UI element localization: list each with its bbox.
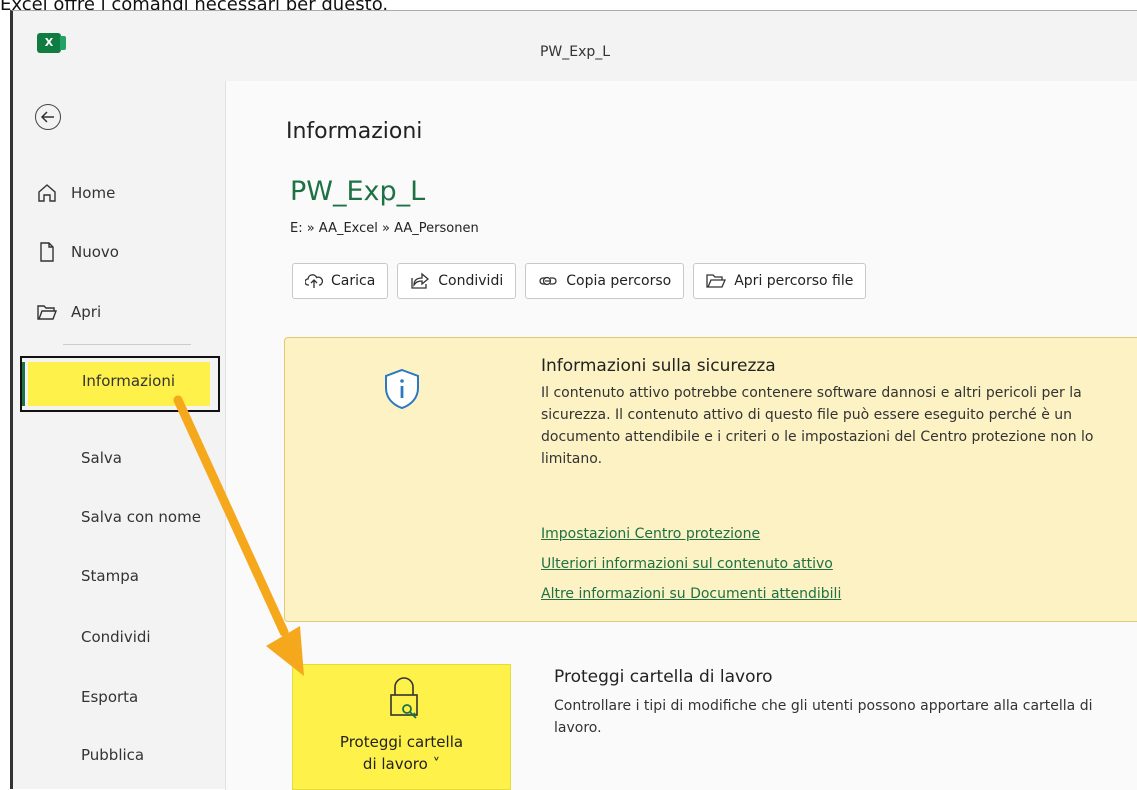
share-button[interactable]: Condividi — [397, 263, 517, 299]
sidebar-item-save[interactable]: Salva — [31, 437, 221, 479]
protect-workbook-label: Proteggi cartella di lavoro ˅ — [339, 733, 464, 773]
sidebar-item-label: Stampa — [81, 567, 139, 585]
open-file-location-button[interactable]: Apri percorso file — [693, 263, 867, 299]
share-icon — [411, 272, 430, 289]
sidebar-item-label: Salva — [81, 449, 122, 467]
sidebar-item-home[interactable]: Home — [31, 172, 221, 214]
sidebar-item-label: Nuovo — [71, 243, 119, 261]
link-icon — [539, 276, 557, 286]
folder-open-icon — [36, 301, 58, 323]
sidebar-item-save-as[interactable]: Salva con nome — [31, 496, 221, 538]
home-icon — [36, 182, 58, 204]
file-path-breadcrumb: E: » AA_Excel » AA_Personen — [290, 221, 479, 236]
protect-workbook-title: Proteggi cartella di lavoro — [554, 667, 773, 687]
sidebar-item-label: Salva con nome — [81, 508, 201, 526]
sidebar-item-label: Pubblica — [81, 746, 145, 764]
share-button-label: Condividi — [438, 273, 504, 289]
sidebar-divider — [63, 344, 191, 345]
back-arrow-icon[interactable] — [35, 104, 61, 130]
lock-key-icon — [390, 677, 418, 719]
folder-open-icon — [706, 274, 727, 288]
protect-workbook-description: Controllare i tipi di modifiche che gli … — [554, 698, 1093, 736]
sidebar-item-publish[interactable]: Pubblica — [31, 734, 221, 776]
active-content-info-link[interactable]: Ulteriori informazioni sul contenuto att… — [541, 556, 833, 572]
trusted-documents-info-link[interactable]: Altre informazioni su Documenti attendib… — [541, 586, 841, 602]
open-file-location-button-label: Apri percorso file — [734, 273, 854, 289]
copy-path-button[interactable]: Copia percorso — [525, 263, 685, 299]
copy-path-button-label: Copia percorso — [566, 273, 672, 289]
upload-button-label: Carica — [331, 273, 376, 289]
sidebar-item-print[interactable]: Stampa — [31, 555, 221, 597]
file-name: PW_Exp_L — [290, 176, 426, 207]
sidebar-item-export[interactable]: Esporta — [31, 676, 221, 718]
caption-text: Excel offre i comandi necessari per ques… — [0, 0, 1137, 10]
title-bar: X PW_Exp_L — [13, 11, 1137, 81]
info-pane: Informazioni PW_Exp_L E: » AA_Excel » AA… — [225, 81, 1137, 790]
window-title: PW_Exp_L — [539, 44, 611, 60]
shield-info-icon — [385, 368, 419, 410]
sidebar-item-info[interactable]: Informazioni — [20, 356, 220, 412]
sidebar-item-new[interactable]: Nuovo — [31, 231, 221, 273]
sidebar-item-label: Informazioni — [82, 372, 175, 390]
page-title: Informazioni — [286, 119, 423, 144]
backstage-sidebar: Home Nuovo Apri Informazioni Salva Salva… — [13, 81, 223, 790]
sidebar-item-label: Condividi — [81, 628, 151, 646]
sidebar-item-share[interactable]: Condividi — [31, 616, 221, 658]
sidebar-item-label: Esporta — [81, 688, 139, 706]
new-document-icon — [36, 241, 58, 263]
sidebar-item-open[interactable]: Apri — [31, 291, 221, 333]
excel-window: X PW_Exp_L Home Nuovo Apri Informazioni … — [10, 10, 1137, 790]
security-title: Informazioni sulla sicurezza — [541, 356, 776, 376]
upload-button[interactable]: Carica — [292, 263, 389, 299]
trust-center-settings-link[interactable]: Impostazioni Centro protezione — [541, 526, 760, 542]
sidebar-item-label: Apri — [71, 303, 102, 321]
protect-workbook-button[interactable]: Proteggi cartella di lavoro ˅ — [292, 664, 511, 790]
security-description: Il contenuto attivo potrebbe contenere s… — [541, 385, 1094, 467]
active-indicator — [22, 362, 25, 406]
file-actions-toolbar: Carica Condividi Copia percorso Apri per… — [292, 263, 867, 299]
sidebar-item-label: Home — [71, 184, 116, 202]
cloud-upload-icon — [305, 274, 323, 288]
security-info-panel: Informazioni sulla sicurezza Il contenut… — [284, 337, 1137, 622]
